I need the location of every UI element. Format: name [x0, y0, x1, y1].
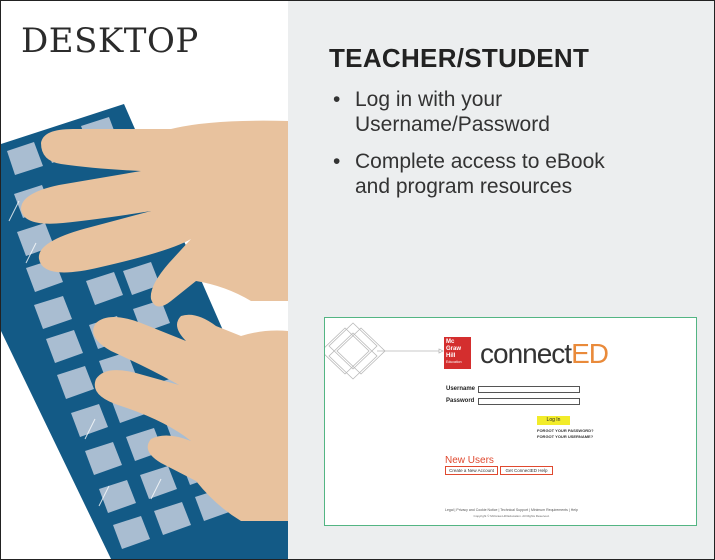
get-help-button[interactable]: Get ConnectED Help — [500, 466, 553, 475]
bullet-login: • Log in with your Username/Password — [331, 87, 671, 137]
bullet-list: • Log in with your Username/Password • C… — [331, 87, 671, 211]
bullet-access-line1: Complete access to eBook — [355, 150, 605, 173]
bullet-login-line1: Log in with your — [355, 88, 503, 111]
create-account-button[interactable]: Create a New Account — [445, 466, 498, 475]
diamond-lattice-decoration — [325, 322, 444, 380]
left-panel: DESKTOP — [1, 1, 288, 559]
teacher-student-heading: TEACHER/STUDENT — [329, 43, 590, 73]
logo-line-2: Graw — [446, 346, 462, 352]
forgot-password-link[interactable]: FORGOT YOUR PASSWORD? — [537, 428, 594, 433]
logo-line-3: Hill — [446, 353, 456, 359]
brand-connect: connect — [480, 338, 572, 369]
bullet-icon: • — [333, 150, 341, 173]
connected-login-screenshot: Mc Graw Hill Education connectED Usernam… — [324, 317, 697, 526]
login-button[interactable]: Log In — [537, 416, 570, 425]
logo-line-1: Mc — [446, 339, 455, 345]
brand-ed: ED — [571, 338, 609, 369]
slide: DESKTOP TEACHER/STUDENT • Log in with yo… — [0, 0, 715, 560]
keyboard-hands-illustration — [1, 104, 288, 559]
logo-line-4: Education — [446, 360, 462, 364]
copyright: Copyright © McGraw-Hill Education. All R… — [473, 514, 550, 518]
password-input[interactable] — [478, 398, 580, 405]
forgot-username-link[interactable]: FORGOT YOUR USERNAME? — [537, 434, 593, 439]
bullet-login-line2: Username/Password — [355, 113, 550, 136]
connected-brand: connectED — [480, 338, 609, 370]
mcgraw-hill-logo: Mc Graw Hill Education — [444, 337, 471, 369]
desktop-title: DESKTOP — [21, 21, 199, 61]
password-label: Password — [446, 398, 475, 404]
username-label: Username — [446, 386, 476, 392]
username-input[interactable] — [478, 386, 580, 393]
bullet-icon: • — [333, 88, 341, 111]
bullet-access: • Complete access to eBook and program r… — [331, 149, 671, 199]
bullet-access-line2: and program resources — [355, 175, 573, 198]
new-users-title: New Users — [445, 455, 494, 466]
footer-links[interactable]: Legal | Privacy and Cookie Notice | Tech… — [325, 508, 698, 512]
